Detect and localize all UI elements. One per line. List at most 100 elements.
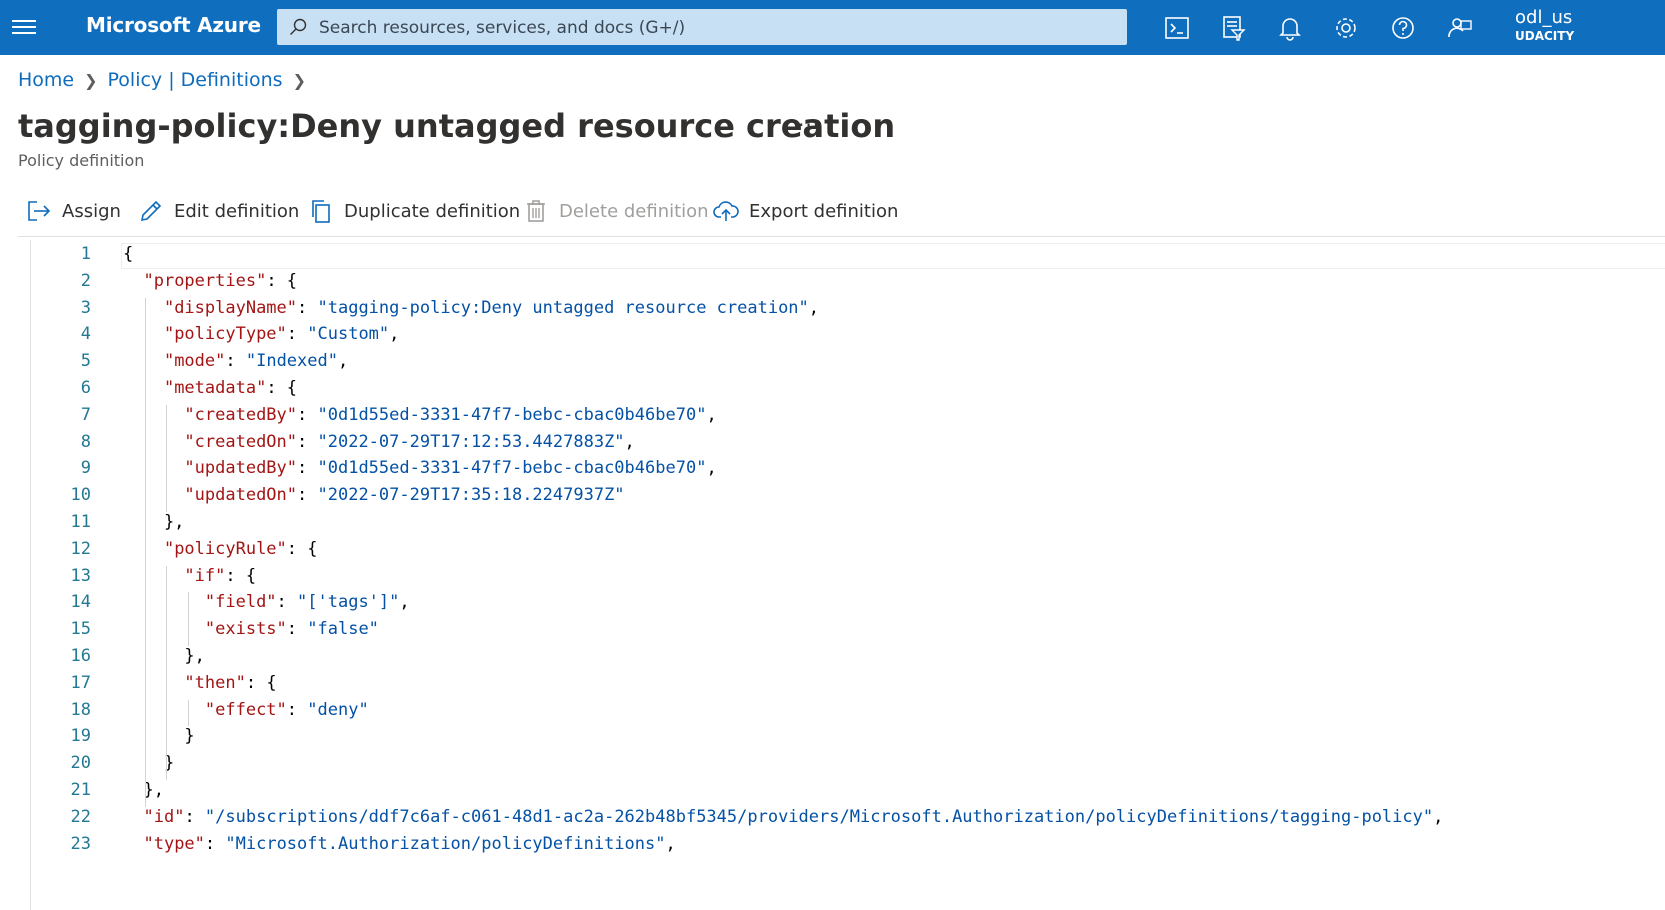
code-punctuation: : { bbox=[245, 672, 277, 693]
code-punctuation: : { bbox=[266, 378, 298, 398]
code-punctuation: }, bbox=[123, 780, 164, 800]
code-line: "id": "/subscriptions/ddf7c6af-c061-48d1… bbox=[123, 807, 1443, 834]
code-punctuation bbox=[123, 700, 205, 720]
chevron-right-icon: ❯ bbox=[292, 71, 306, 90]
trash-icon bbox=[527, 200, 545, 222]
line-number: 22 bbox=[70, 806, 91, 827]
json-string: "Indexed" bbox=[245, 351, 338, 372]
menu-icon[interactable] bbox=[12, 16, 36, 38]
json-key: "properties" bbox=[143, 270, 267, 291]
line-number: 9 bbox=[80, 458, 91, 479]
code-punctuation bbox=[123, 271, 143, 291]
chevron-right-icon: ❯ bbox=[84, 71, 98, 90]
account-menu[interactable]: odl_us UDACITY bbox=[1515, 7, 1574, 43]
line-number: 5 bbox=[80, 351, 91, 372]
breadcrumb: Home ❯ Policy | Definitions ❯ bbox=[18, 69, 316, 91]
cloud-shell-icon[interactable] bbox=[1162, 13, 1192, 43]
line-number: 6 bbox=[80, 378, 91, 398]
feedback-icon[interactable] bbox=[1445, 13, 1475, 43]
json-key: "createdOn" bbox=[184, 431, 298, 452]
global-search[interactable] bbox=[277, 9, 1127, 47]
code-punctuation: , bbox=[337, 351, 349, 372]
indent-guide bbox=[188, 699, 190, 727]
code-punctuation: : bbox=[204, 833, 226, 854]
assign-button[interactable]: Assign bbox=[26, 196, 121, 226]
line-number: 13 bbox=[70, 565, 91, 586]
line-number: 10 bbox=[70, 485, 91, 506]
indent-guide bbox=[144, 297, 146, 807]
json-key: "exists" bbox=[204, 619, 287, 640]
directory-filter-icon[interactable] bbox=[1218, 13, 1248, 43]
code-punctuation: , bbox=[399, 592, 410, 613]
export-definition-button[interactable]: Export definition bbox=[713, 196, 898, 226]
code-punctuation bbox=[123, 378, 164, 398]
duplicate-icon bbox=[312, 200, 330, 223]
more-options-button[interactable]: ··· bbox=[798, 113, 820, 137]
code-line: "updatedOn": "2022-07-29T17:35:18.224793… bbox=[123, 485, 624, 512]
cloud-upload-icon bbox=[713, 201, 739, 221]
json-key: "if" bbox=[184, 565, 226, 586]
line-number: 15 bbox=[70, 619, 91, 640]
code-punctuation bbox=[123, 592, 205, 612]
code-line: "metadata": { bbox=[123, 378, 297, 405]
code-line: "displayName": "tagging-policy:Deny unta… bbox=[123, 298, 819, 325]
breadcrumb-policy-definitions[interactable]: Policy | Definitions bbox=[108, 69, 283, 91]
notifications-icon[interactable] bbox=[1275, 13, 1305, 43]
toolbar-divider bbox=[18, 236, 1665, 237]
code-punctuation bbox=[123, 298, 164, 318]
delete-definition-button[interactable]: Delete definition bbox=[523, 196, 709, 226]
top-bar: Microsoft Azure Search resources, servic… bbox=[0, 0, 1665, 55]
code-punctuation bbox=[123, 432, 184, 452]
json-key: "effect" bbox=[204, 699, 287, 720]
json-string: "['tags']" bbox=[297, 592, 400, 613]
edit-pencil-icon bbox=[140, 200, 162, 222]
duplicate-definition-button[interactable]: Duplicate definition bbox=[308, 196, 520, 226]
json-string: "/subscriptions/ddf7c6af-c061-48d1-ac2a-… bbox=[204, 806, 1434, 827]
json-key: "mode" bbox=[163, 351, 226, 372]
json-string: "Microsoft.Authorization/policyDefinitio… bbox=[225, 833, 666, 854]
code-punctuation bbox=[123, 458, 184, 478]
search-input[interactable] bbox=[317, 9, 1111, 47]
code-line: "effect": "deny" bbox=[123, 700, 369, 727]
azure-brand[interactable]: Microsoft Azure bbox=[86, 13, 261, 37]
code-line: "then": { bbox=[123, 672, 277, 700]
edit-definition-label: Edit definition bbox=[174, 200, 300, 222]
code-punctuation: : bbox=[297, 297, 318, 318]
current-line-highlight bbox=[121, 243, 1665, 269]
line-number: 18 bbox=[70, 699, 91, 720]
code-punctuation: : bbox=[297, 485, 318, 506]
code-punctuation: : bbox=[225, 351, 246, 372]
json-key: "policyRule" bbox=[163, 538, 287, 559]
code-punctuation: : bbox=[286, 699, 308, 720]
json-string: "deny" bbox=[307, 699, 369, 720]
assign-icon bbox=[28, 201, 51, 221]
code-punctuation: } bbox=[123, 726, 195, 747]
line-number: 20 bbox=[70, 753, 91, 774]
line-number: 7 bbox=[80, 404, 91, 425]
indent-guide bbox=[166, 565, 168, 780]
code-punctuation: : bbox=[297, 458, 318, 479]
code-editor[interactable]: 1 2 3 4 5 6 7 8 9 10 11 12 13 14 15 16 17 18 19 20 21 22 23 { … bbox=[30, 240, 1665, 910]
help-icon[interactable] bbox=[1388, 13, 1418, 43]
json-key: "updatedBy" bbox=[184, 458, 298, 479]
delete-definition-label: Delete definition bbox=[559, 200, 709, 222]
code-line: }, bbox=[123, 512, 184, 539]
settings-icon[interactable] bbox=[1331, 13, 1361, 43]
breadcrumb-home[interactable]: Home bbox=[18, 69, 74, 91]
code-line: }, bbox=[123, 780, 164, 807]
json-key: "createdBy" bbox=[184, 404, 298, 425]
edit-definition-button[interactable]: Edit definition bbox=[138, 196, 299, 226]
code-punctuation bbox=[123, 673, 184, 693]
line-number: 19 bbox=[70, 726, 91, 747]
code-punctuation: , bbox=[808, 297, 820, 318]
code-punctuation: , bbox=[706, 458, 717, 479]
json-key: "field" bbox=[204, 592, 277, 613]
code-punctuation: : bbox=[286, 324, 308, 345]
code-line: { bbox=[123, 244, 133, 271]
code-punctuation: : bbox=[297, 431, 318, 452]
code-punctuation: : { bbox=[286, 538, 318, 559]
line-number: 8 bbox=[80, 431, 91, 452]
line-number: 14 bbox=[70, 592, 91, 613]
line-number: 1 bbox=[80, 244, 91, 264]
code-punctuation: : bbox=[286, 619, 308, 640]
